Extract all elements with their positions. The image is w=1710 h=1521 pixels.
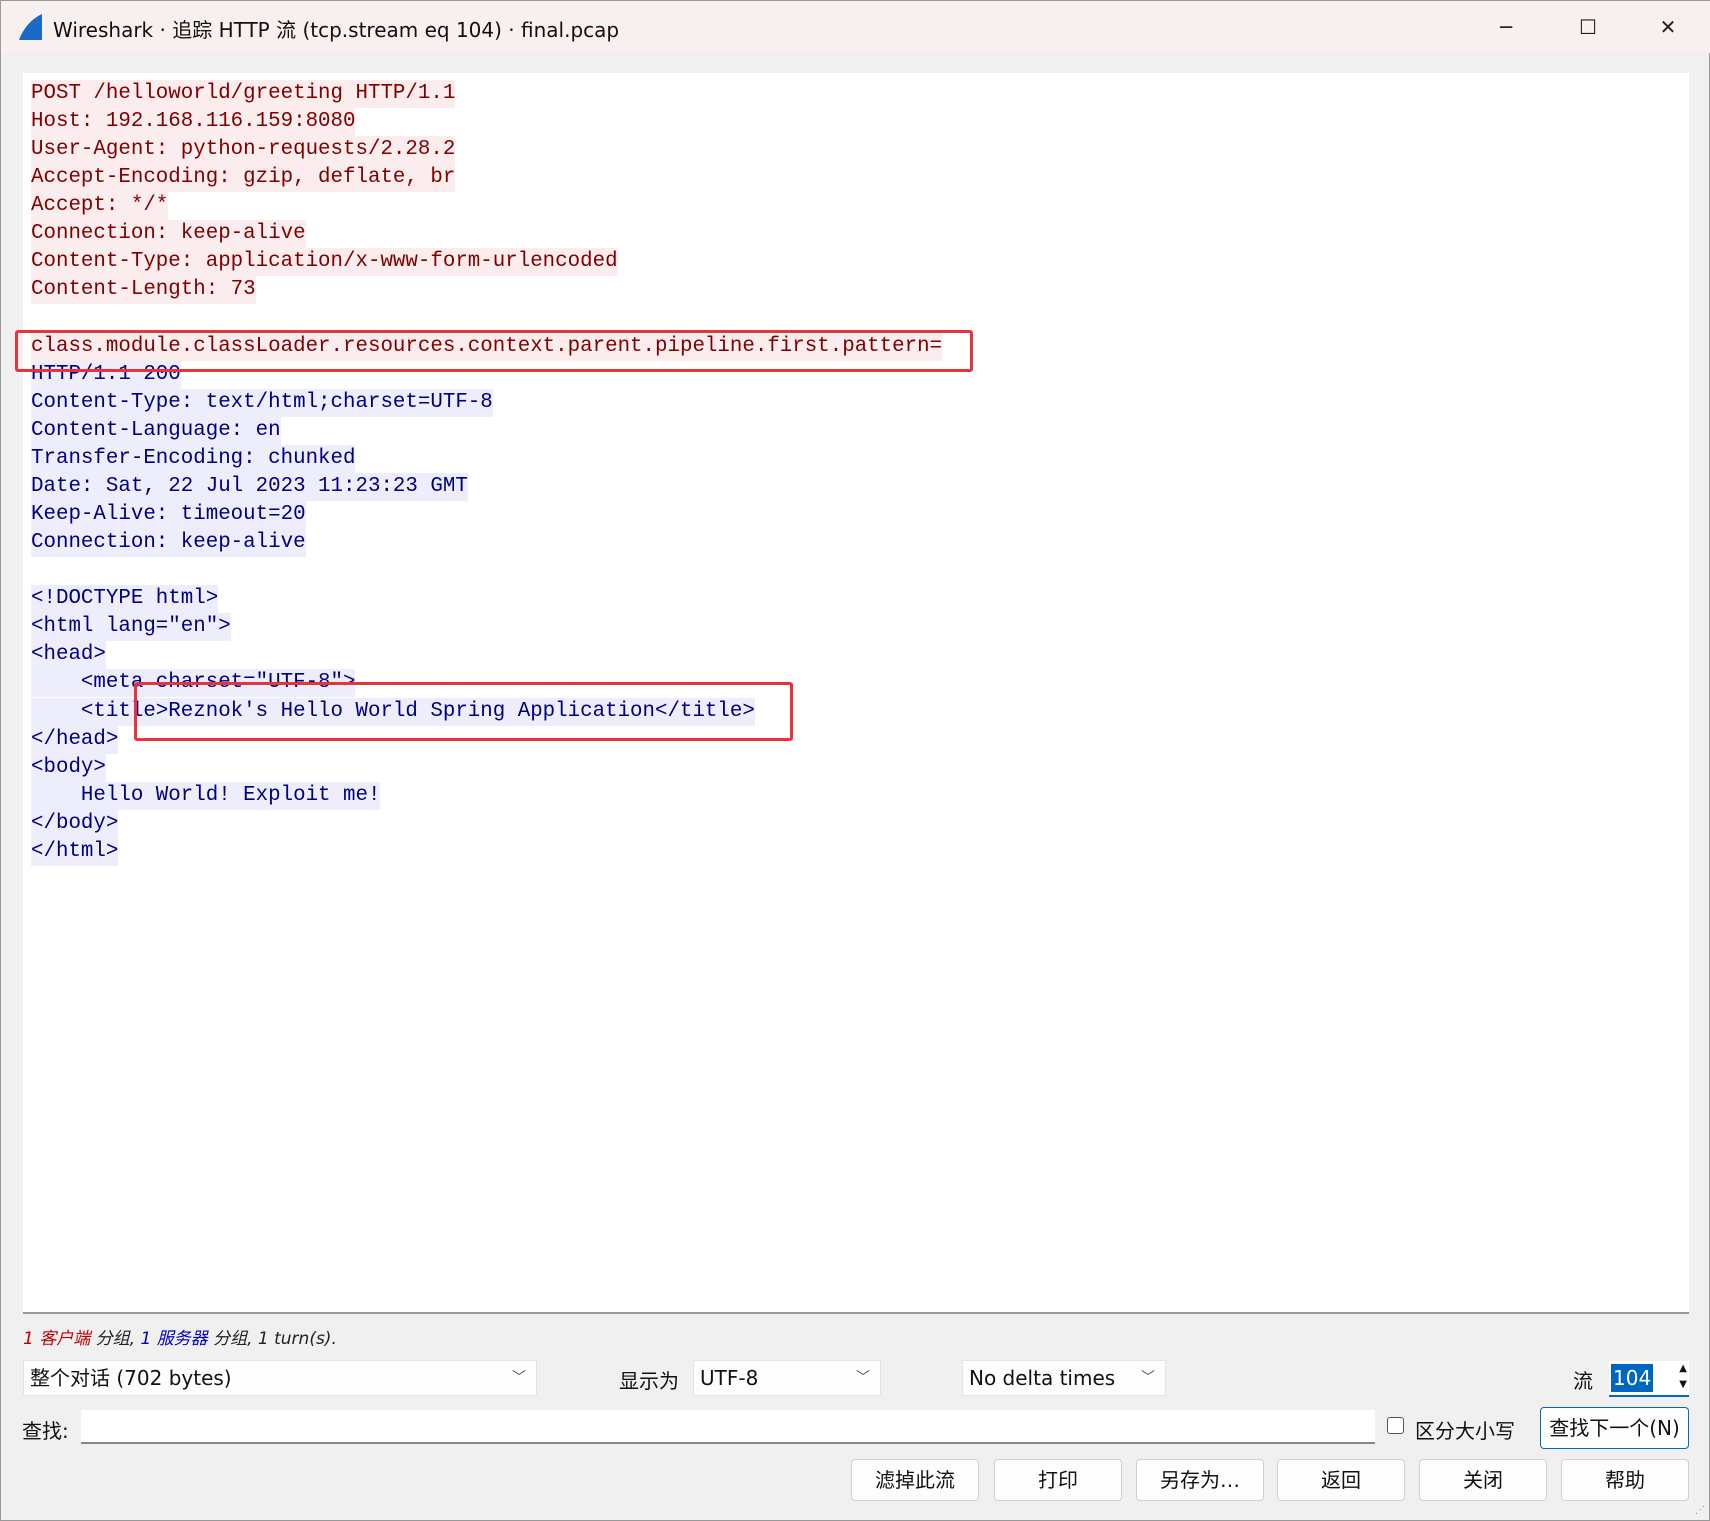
server-line: Connection: keep-alive <box>31 529 306 558</box>
stream-spinbox[interactable]: 104 ▲ ▼ <box>1609 1361 1689 1397</box>
delta-select[interactable]: No delta times ﹀ <box>962 1360 1166 1396</box>
conversation-select[interactable]: 整个对话 (702 bytes) ﹀ <box>23 1360 537 1396</box>
maximize-button[interactable]: ☐ <box>1563 9 1613 45</box>
close-dialog-button[interactable]: 关闭 <box>1419 1459 1547 1501</box>
server-line: Content-Language: en <box>31 416 281 445</box>
server-line: <!DOCTYPE html> <box>31 585 219 614</box>
server-line: </head> <box>31 725 119 754</box>
help-button[interactable]: 帮助 <box>1561 1459 1689 1501</box>
find-input[interactable] <box>81 1410 1375 1444</box>
show-as-label: 显示为 <box>619 1369 679 1393</box>
server-line: Transfer-Encoding: chunked <box>31 444 356 473</box>
server-line: </body> <box>31 809 119 838</box>
encoding-select[interactable]: UTF-8 ﹀ <box>693 1360 881 1396</box>
save-as-button[interactable]: 另存为… <box>1136 1459 1264 1501</box>
case-sensitive-label: 区分大小写 <box>1415 1419 1515 1443</box>
stream-status: 1 客户端 分组, 1 服务器 分组, 1 turn(s). <box>23 1329 337 1349</box>
server-line: Content-Type: text/html;charset=UTF-8 <box>31 388 493 417</box>
case-sensitive-checkbox[interactable] <box>1387 1417 1404 1434</box>
filter-out-button[interactable]: 滤掉此流 <box>851 1459 979 1501</box>
spin-down-icon[interactable]: ▼ <box>1679 1379 1687 1390</box>
server-line: <html lang="en"> <box>31 613 231 642</box>
chevron-down-icon: ﹀ <box>512 1370 526 1386</box>
client-line: POST /helloworld/greeting HTTP/1.1 <box>31 80 456 108</box>
minimize-button[interactable]: ─ <box>1481 9 1531 45</box>
client-line: Connection: keep-alive <box>31 220 306 249</box>
server-line: Keep-Alive: timeout=20 <box>31 501 306 530</box>
spin-up-icon[interactable]: ▲ <box>1679 1363 1687 1374</box>
window-title: Wireshark · 追踪 HTTP 流 (tcp.stream eq 104… <box>53 18 620 42</box>
find-label: 查找: <box>22 1419 69 1443</box>
client-line: User-Agent: python-requests/2.28.2 <box>31 136 456 165</box>
title-bar: Wireshark · 追踪 HTTP 流 (tcp.stream eq 104… <box>1 1 1710 53</box>
highlight-box-payload <box>15 330 973 372</box>
wireshark-logo-icon <box>19 14 42 40</box>
stream-label: 流 <box>1573 1369 1593 1393</box>
server-line: Date: Sat, 22 Jul 2023 11:23:23 GMT <box>31 472 468 501</box>
stream-value: 104 <box>1611 1364 1654 1392</box>
highlight-box-title <box>134 682 793 741</box>
server-line: Hello World! Exploit me! <box>31 781 381 810</box>
client-line: Content-Type: application/x-www-form-url… <box>31 248 618 277</box>
server-line: <head> <box>31 641 106 670</box>
resize-grip-icon[interactable]: ⋰ <box>1695 1505 1705 1516</box>
server-line: </html> <box>31 837 119 866</box>
chevron-down-icon: ﹀ <box>1141 1370 1155 1386</box>
print-button[interactable]: 打印 <box>994 1459 1122 1501</box>
client-line: Accept-Encoding: gzip, deflate, br <box>31 164 456 193</box>
client-line: Host: 192.168.116.159:8080 <box>31 108 356 137</box>
find-next-button[interactable]: 查找下一个(N) <box>1540 1407 1689 1449</box>
client-line: Accept: */* <box>31 192 169 221</box>
client-line: Content-Length: 73 <box>31 276 256 305</box>
server-line: <body> <box>31 753 106 782</box>
close-button[interactable]: ✕ <box>1643 9 1693 45</box>
back-button[interactable]: 返回 <box>1277 1459 1405 1501</box>
chevron-down-icon: ﹀ <box>856 1370 870 1386</box>
